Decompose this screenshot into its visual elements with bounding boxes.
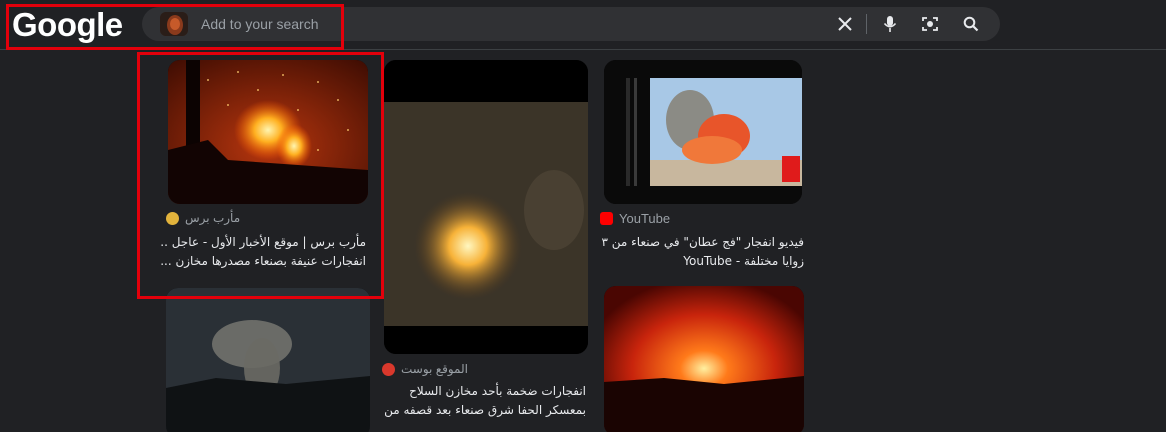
search-icon[interactable] — [960, 13, 982, 35]
result-title-2[interactable]: فيديو انفجار "فج عطان" في صنعاء من ٣ زوا… — [600, 233, 804, 271]
result-image-1[interactable] — [168, 60, 368, 204]
header: Google Add to your search — [0, 0, 1166, 50]
result-title-3[interactable]: انفجارات ضخمة بأحد مخازن السلاح بمعسكر ا… — [380, 382, 586, 420]
search-bar[interactable]: Add to your search — [142, 7, 1000, 41]
favicon-icon — [382, 362, 395, 376]
search-divider — [866, 14, 867, 34]
result-image-5[interactable] — [604, 286, 804, 432]
close-icon[interactable] — [834, 13, 856, 35]
result-image-2[interactable] — [604, 60, 802, 204]
result-source-1[interactable]: مأرب برس — [166, 211, 240, 225]
result-image-4[interactable] — [166, 288, 370, 432]
result-title-1[interactable]: مأرب برس | موقع الأخبار الأول - عاجل .. … — [160, 233, 366, 271]
result-image-3[interactable] — [384, 60, 588, 354]
search-image-thumbnail[interactable] — [160, 12, 188, 36]
result-source-2[interactable]: YouTube — [600, 211, 670, 226]
microphone-icon[interactable] — [879, 13, 901, 35]
result-source-3[interactable]: الموقع بوست — [382, 362, 468, 376]
google-logo[interactable]: Google — [12, 6, 123, 44]
search-input[interactable]: Add to your search — [201, 16, 319, 32]
camera-lens-icon[interactable] — [919, 13, 941, 35]
youtube-icon — [600, 212, 613, 225]
favicon-icon — [166, 211, 179, 225]
